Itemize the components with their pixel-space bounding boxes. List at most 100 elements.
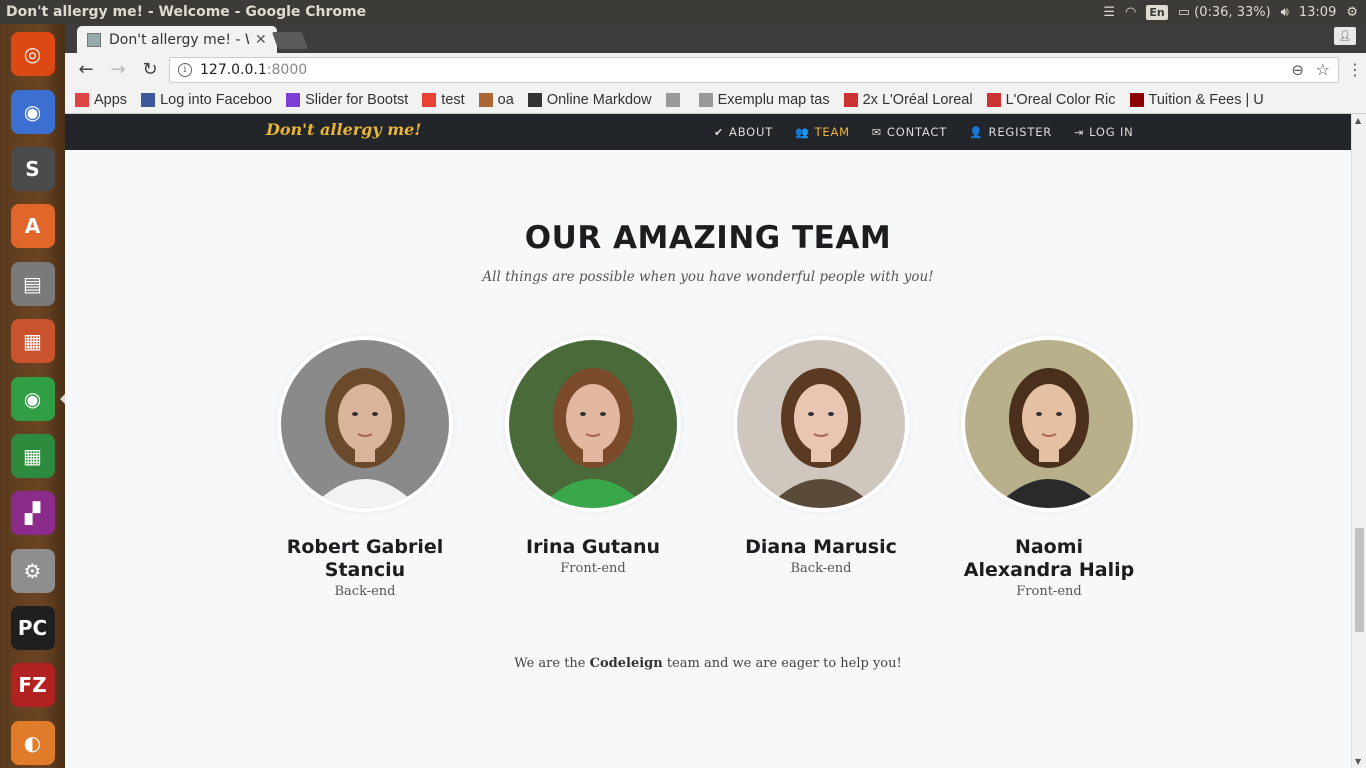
page-scrollbar[interactable]: ▲ ▼ [1351,114,1366,768]
bookmark-label: Exemplu map tas [717,91,830,108]
member-photo [505,336,681,512]
login-icon: ⇥ [1074,125,1085,139]
scroll-up-icon[interactable]: ▲ [1355,116,1361,125]
user-icon: 👤 [969,125,984,139]
bookmark-item[interactable]: test [422,91,465,108]
address-bar[interactable]: i 127.0.0.1:8000 ⊖ ☆ [169,56,1339,83]
tab-title: Don't allergy me! - W [109,31,249,48]
settings-icon: ⚙ [10,548,55,593]
bookmark-item[interactable]: L'Oreal Color Ric [986,92,1116,108]
portrait-illustration [509,340,677,508]
bookmark-label: Online Markdow [546,91,652,108]
software-center-launcher-item[interactable]: A [7,201,59,251]
pycharm-launcher-item[interactable]: PC [7,603,59,653]
zoom-icon[interactable]: ⊖ [1291,61,1304,79]
bookmark-item[interactable]: 2x L'Oréal Loreal [843,91,973,108]
section-title: OUR AMAZING TEAM [524,220,892,256]
bookmark-item[interactable] [665,92,685,107]
chrome-launcher-item[interactable]: ◉ [7,373,65,423]
bookmark-item[interactable]: Online Markdow [527,91,652,108]
bookmark-item[interactable]: Tuition & Fees | U [1129,91,1264,108]
filezilla-icon: FZ [10,663,55,708]
scroll-thumb[interactable] [1355,528,1364,632]
bookmark-label: test [441,91,465,108]
profile-icon[interactable]: 👤︎ [1334,27,1356,45]
university-icon [1129,92,1144,107]
workspaces-icon: ▞ [10,491,55,536]
nav-link-about[interactable]: ✔ ABOUT [714,125,773,139]
bookmark-label: Tuition & Fees | U [1148,91,1264,108]
member-role: Front-end [560,561,626,576]
page-icon [698,92,713,107]
slider-icon [286,92,301,107]
keyboard-language-indicator[interactable]: En [1146,4,1168,20]
unity-launcher: ◎ ◉ S A ▤ ▦ ◉ ▦ ▞ ⚙ PC FZ ◐ [0,24,65,768]
team-member-card: Diana Marusic Back-end [731,336,911,576]
url-host: 127.0.0.1 [200,61,267,78]
site-info-icon[interactable]: i [178,62,192,77]
menu-indicator-icon[interactable]: ☰ [1103,5,1115,20]
bookmark-item[interactable]: oa [478,92,514,108]
nav-link-contact[interactable]: ✉ CONTACT [872,125,947,139]
member-name: Irina Gutanu [526,536,660,558]
member-name: Diana Marusic [745,536,897,558]
nav-link-register[interactable]: 👤 REGISTER [969,125,1052,139]
portrait-illustration [737,340,905,508]
bookmark-label: Slider for Bootst [305,91,409,108]
nav-link-log-in[interactable]: ⇥ LOG IN [1074,125,1133,139]
sublime-text-launcher-item[interactable]: S [7,144,59,194]
disk-icon: ◐ [10,720,55,765]
chromium-launcher-item[interactable]: ◉ [7,86,59,136]
bookmark-item[interactable]: Apps [75,92,127,108]
check-icon: ✔ [714,125,725,139]
new-tab-button[interactable] [271,32,309,49]
nav-link-team[interactable]: 👥 TEAM [795,125,850,139]
chrome-menu-icon[interactable]: ⋮ [1345,60,1365,79]
battery-indicator[interactable]: ▭ (0:36, 33%) [1178,5,1271,20]
files-launcher-item[interactable]: ▤ [7,259,59,309]
forward-icon[interactable]: → [105,57,131,83]
portrait-illustration [281,340,449,508]
google-icon [422,92,437,107]
wifi-icon[interactable]: ◠ [1125,5,1136,20]
team-members: Robert Gabriel Stanciu Back-end Irina Guta… [275,336,1155,616]
site-navbar: Don't allergy me! ✔ ABOUT 👥 TEAM ✉ CONTACT 👤 RE… [65,114,1351,150]
nav-link-label: TEAM [814,125,850,139]
calc-icon: ▦ [10,433,55,478]
team-member-card: Naomi Alexandra Halip Front-end [959,336,1139,599]
disk-launcher-item[interactable]: ◐ [7,718,59,768]
page-icon [665,92,680,107]
software-center-icon: A [10,204,55,249]
page-viewport: Don't allergy me! ✔ ABOUT 👥 TEAM ✉ CONTACT 👤 RE… [65,114,1351,768]
tab-close-icon[interactable]: ✕ [255,32,267,48]
bookmark-label: Apps [94,91,128,108]
site-brand[interactable]: Don't allergy me! [266,120,421,139]
workspaces-launcher-item[interactable]: ▞ [7,488,59,538]
settings-launcher-item[interactable]: ⚙ [7,546,59,596]
member-role: Front-end [1016,584,1082,599]
nav-link-label: LOG IN [1089,125,1134,139]
session-gear-icon[interactable]: ⚙ [1346,5,1358,20]
browser-tab[interactable]: Don't allergy me! - W ✕ [77,26,277,53]
back-icon[interactable]: ← [73,57,99,83]
scroll-down-icon[interactable]: ▼ [1355,757,1361,766]
nav-link-label: REGISTER [988,125,1053,139]
bookmark-item[interactable]: Log into Faceboo [141,92,272,108]
impress-launcher-item[interactable]: ▦ [7,316,59,366]
bookmark-item[interactable]: Exemplu map tas [698,91,830,108]
bookmark-star-icon[interactable]: ☆ [1316,60,1330,79]
bookmark-label: 2x L'Oréal Loreal [862,91,973,108]
battery-text: (0:36, 33%) [1194,4,1271,20]
favicon-icon [87,32,101,47]
bookmark-item[interactable]: Slider for Bootst [286,92,408,108]
ubuntu-dash-launcher-item[interactable]: ◎ [7,29,59,79]
member-name: Robert Gabriel Stanciu [286,536,444,581]
calc-launcher-item[interactable]: ▦ [7,431,59,481]
clock[interactable]: 13:09 [1299,5,1336,20]
chrome-icon: ◉ [10,376,55,421]
filezilla-launcher-item[interactable]: FZ [7,660,59,710]
sublime-text-icon: S [10,146,55,191]
footer-text-pre: We are the [514,656,590,671]
reload-icon[interactable]: ↻ [137,57,163,83]
volume-icon[interactable]: 🔊︎ [1281,5,1289,20]
